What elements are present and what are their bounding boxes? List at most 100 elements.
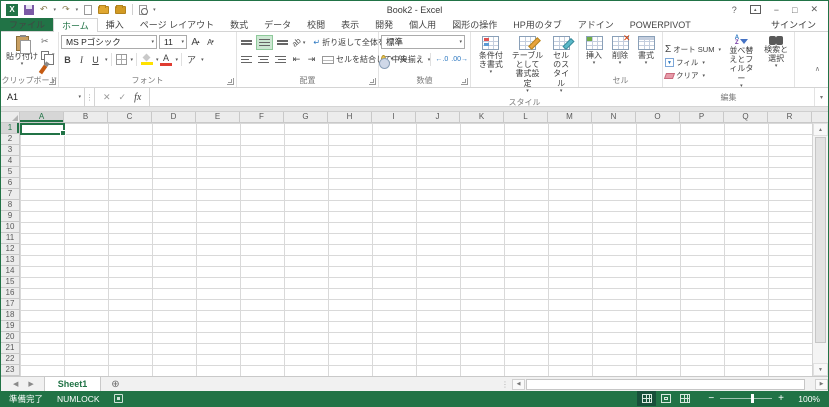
ribbon-tab[interactable]: ホーム xyxy=(53,18,98,32)
alignment-dialog-launcher[interactable] xyxy=(369,78,376,85)
delete-cells-button[interactable]: ✕ 削除 ▾ xyxy=(607,33,633,75)
zoom-slider-thumb[interactable] xyxy=(751,394,755,403)
new-sheet-button[interactable]: ⊕ xyxy=(101,377,129,391)
middle-align-button[interactable] xyxy=(256,35,273,50)
column-header[interactable]: P xyxy=(680,112,724,123)
zoom-slider[interactable] xyxy=(720,394,773,403)
row-header[interactable]: 1 xyxy=(1,123,20,134)
zoom-in-button[interactable]: + xyxy=(778,393,784,404)
scroll-down-icon[interactable]: ▼ xyxy=(813,363,828,376)
row-header[interactable]: 5 xyxy=(1,167,20,178)
row-header[interactable]: 15 xyxy=(1,277,20,288)
find-select-button[interactable]: 検索と選択 ▾ xyxy=(760,34,792,92)
underline-button[interactable]: U xyxy=(89,52,102,67)
italic-button[interactable]: I xyxy=(75,52,88,67)
phonetic-guide-button[interactable]: ア xyxy=(185,52,198,67)
format-painter-button[interactable] xyxy=(38,63,55,75)
row-header[interactable]: 23 xyxy=(1,365,20,376)
underline-dropdown-icon[interactable]: ▾ xyxy=(105,57,108,63)
increase-indent-button[interactable]: ⇥ xyxy=(305,52,318,67)
column-header[interactable]: R xyxy=(768,112,812,123)
paste-button[interactable]: 貼り付け ▾ xyxy=(3,34,41,75)
fill-color-dropdown-icon[interactable]: ▾ xyxy=(156,57,159,63)
name-box-dropdown-icon[interactable]: ▾ xyxy=(78,94,81,100)
scroll-right-icon[interactable]: ▶ xyxy=(815,378,828,390)
expand-formula-bar-button[interactable]: ▾ xyxy=(814,88,828,106)
page-layout-view-button[interactable] xyxy=(656,391,675,406)
comma-style-button[interactable]: , xyxy=(412,52,425,67)
clipboard-dialog-launcher[interactable] xyxy=(49,78,56,85)
ribbon-tab[interactable]: 校閲 xyxy=(299,18,333,31)
close-button[interactable]: ✕ xyxy=(810,4,818,15)
cut-button[interactable]: ✂ xyxy=(41,35,55,47)
open-folder-button[interactable] xyxy=(98,4,110,14)
number-dialog-launcher[interactable] xyxy=(461,78,468,85)
row-header[interactable]: 4 xyxy=(1,156,20,167)
enter-button[interactable]: ✓ xyxy=(119,92,127,103)
collapse-ribbon-button[interactable]: ∧ xyxy=(815,65,820,73)
page-break-view-button[interactable] xyxy=(675,391,694,406)
maximize-button[interactable]: □ xyxy=(792,5,797,15)
copy-button[interactable]: ▾ xyxy=(41,49,55,65)
row-header[interactable]: 17 xyxy=(1,299,20,310)
row-header[interactable]: 22 xyxy=(1,354,20,365)
ribbon-tab[interactable]: 挿入 xyxy=(98,18,132,31)
undo-button[interactable]: ↶ xyxy=(40,5,48,14)
accounting-dropdown-icon[interactable]: ▾ xyxy=(391,56,394,62)
tab-split-handle[interactable]: ⋮ xyxy=(498,380,512,389)
scroll-left-icon[interactable]: ◀ xyxy=(512,378,525,390)
new-document-button[interactable] xyxy=(84,4,93,15)
cell-styles-button[interactable]: セルのスタイル ▾ xyxy=(546,34,576,97)
font-color-dropdown-icon[interactable]: ▾ xyxy=(176,57,179,63)
column-header[interactable]: K xyxy=(460,112,504,123)
row-header[interactable]: 19 xyxy=(1,321,20,332)
row-header[interactable]: 12 xyxy=(1,244,20,255)
cancel-button[interactable]: ✕ xyxy=(103,92,111,103)
row-header[interactable]: 16 xyxy=(1,288,20,299)
font-size-combobox[interactable]: 11 ▾ xyxy=(159,35,187,49)
font-name-combobox[interactable]: MS Pゴシック ▾ xyxy=(61,35,157,49)
column-header[interactable]: O xyxy=(636,112,680,123)
zoom-out-button[interactable]: − xyxy=(708,393,714,404)
horizontal-scroll-thumb[interactable] xyxy=(526,378,806,390)
ribbon-display-options-button[interactable]: ▴ xyxy=(749,5,761,14)
column-header[interactable]: L xyxy=(504,112,548,123)
fill-button[interactable]: ▼ フィル ▾ xyxy=(665,57,723,68)
accounting-format-button[interactable] xyxy=(379,54,390,69)
column-header[interactable]: J xyxy=(416,112,460,123)
increase-decimal-button[interactable]: ←.0 xyxy=(435,56,448,63)
align-right-button[interactable] xyxy=(273,52,288,67)
row-header[interactable]: 8 xyxy=(1,200,20,211)
ribbon-tab[interactable]: ページ レイアウト xyxy=(132,18,222,31)
column-header[interactable]: F xyxy=(240,112,284,123)
row-header[interactable]: 2 xyxy=(1,134,20,145)
column-header[interactable]: G xyxy=(284,112,328,123)
folder-button[interactable] xyxy=(115,4,127,14)
column-header[interactable]: D xyxy=(152,112,196,123)
ribbon-tab[interactable]: 表示 xyxy=(333,18,367,31)
normal-view-button[interactable] xyxy=(637,391,657,406)
column-header[interactable]: B xyxy=(64,112,108,123)
ribbon-tab[interactable]: 図形の操作 xyxy=(444,18,505,31)
row-header[interactable]: 14 xyxy=(1,266,20,277)
ribbon-tab[interactable]: アドイン xyxy=(570,18,622,31)
decrease-indent-button[interactable]: ⇤ xyxy=(290,52,303,67)
ribbon-tab[interactable]: HP用のタブ xyxy=(505,18,570,31)
bold-button[interactable]: B xyxy=(61,52,74,67)
number-format-combobox[interactable]: 標準 ▾ xyxy=(381,35,465,49)
row-header[interactable]: 20 xyxy=(1,332,20,343)
undo-dropdown-icon[interactable]: ▾ xyxy=(54,7,57,13)
select-all-button[interactable] xyxy=(1,112,20,123)
ribbon-tab[interactable]: 開発 xyxy=(367,18,401,31)
row-header[interactable]: 3 xyxy=(1,145,20,156)
insert-function-button[interactable]: fx xyxy=(134,92,141,103)
column-header[interactable]: N xyxy=(592,112,636,123)
scroll-up-icon[interactable]: ▲ xyxy=(813,123,828,136)
redo-button[interactable]: ↷ xyxy=(62,5,70,14)
ribbon-tab[interactable]: 数式 xyxy=(222,18,256,31)
phonetic-dropdown-icon[interactable]: ▾ xyxy=(201,57,204,63)
fill-color-button[interactable] xyxy=(140,52,153,67)
conditional-formatting-button[interactable]: 条件付き書式 ▾ xyxy=(473,34,509,97)
font-color-button[interactable]: A xyxy=(160,52,173,67)
help-button[interactable]: ? xyxy=(732,5,737,15)
